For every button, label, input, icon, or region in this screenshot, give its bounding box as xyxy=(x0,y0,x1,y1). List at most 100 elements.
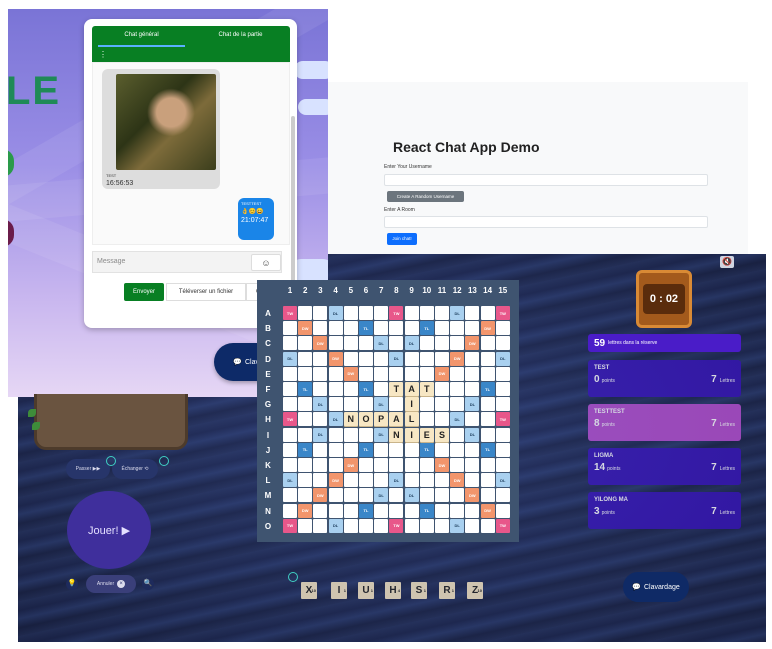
premium-cell-dl[interactable]: DL xyxy=(495,473,510,488)
board-cell[interactable] xyxy=(465,306,480,320)
board-cell[interactable] xyxy=(435,321,449,336)
board-cell[interactable] xyxy=(404,306,419,320)
board-cell[interactable] xyxy=(495,503,510,518)
board-cell[interactable] xyxy=(283,427,297,442)
board-cell[interactable] xyxy=(283,458,297,472)
premium-cell-dw[interactable]: DW xyxy=(465,488,480,503)
board-cell[interactable] xyxy=(328,382,343,396)
board-cell[interactable] xyxy=(419,488,434,503)
premium-cell-dl[interactable]: DL xyxy=(450,412,465,427)
board-cell[interactable] xyxy=(359,427,373,442)
premium-cell-dl[interactable]: DL xyxy=(495,351,510,366)
board-cell[interactable] xyxy=(343,306,358,320)
board-cell[interactable] xyxy=(374,382,389,396)
board-cell[interactable] xyxy=(419,473,434,488)
board-cell[interactable] xyxy=(450,458,465,472)
board-cell[interactable] xyxy=(495,336,510,351)
board-cell[interactable] xyxy=(359,473,373,488)
premium-cell-tl[interactable]: TL xyxy=(419,503,434,518)
menu-icon[interactable]: ⋮ xyxy=(92,50,290,62)
board-tile[interactable]: S xyxy=(435,427,449,442)
board-cell[interactable] xyxy=(328,321,343,336)
upload-file-button[interactable]: Téléverser un fichier xyxy=(166,283,246,301)
board-cell[interactable] xyxy=(435,351,449,366)
premium-cell-dw[interactable]: DW xyxy=(435,366,449,381)
board-cell[interactable] xyxy=(328,442,343,457)
board-cell[interactable] xyxy=(495,427,510,442)
premium-cell-dw[interactable]: DW xyxy=(450,473,465,488)
board-cell[interactable] xyxy=(283,442,297,457)
chat-toggle-button[interactable]: 💬Clavardage xyxy=(623,572,689,602)
board-cell[interactable] xyxy=(374,503,389,518)
rack-tile[interactable]: Z 10 xyxy=(467,582,483,599)
board-cell[interactable] xyxy=(480,518,495,533)
premium-cell-tw[interactable]: TW xyxy=(283,518,297,533)
premium-cell-tw[interactable]: TW xyxy=(389,306,404,320)
premium-cell-dl[interactable]: DL xyxy=(374,488,389,503)
premium-cell-dw[interactable]: DW xyxy=(328,473,343,488)
board-cell[interactable] xyxy=(359,351,373,366)
premium-cell-dw[interactable]: DW xyxy=(328,351,343,366)
board-cell[interactable] xyxy=(343,336,358,351)
board-cell[interactable] xyxy=(495,488,510,503)
board-cell[interactable] xyxy=(359,306,373,320)
board-cell[interactable] xyxy=(298,488,313,503)
board-cell[interactable] xyxy=(359,336,373,351)
premium-cell-dw[interactable]: DW xyxy=(343,366,358,381)
board-cell[interactable] xyxy=(419,351,434,366)
board-cell[interactable] xyxy=(298,336,313,351)
board-cell[interactable] xyxy=(450,366,465,381)
board-cell[interactable] xyxy=(495,397,510,412)
rack-tile[interactable]: S1 xyxy=(411,582,427,599)
board-cell[interactable] xyxy=(495,458,510,472)
board-cell[interactable] xyxy=(389,458,404,472)
board-cell[interactable] xyxy=(404,503,419,518)
board-cell[interactable] xyxy=(404,321,419,336)
premium-cell-dl[interactable]: DL xyxy=(374,336,389,351)
lightbulb-icon[interactable]: 💡 xyxy=(66,578,78,590)
board-cell[interactable] xyxy=(343,518,358,533)
board-cell[interactable] xyxy=(450,336,465,351)
play-button[interactable]: Jouer! ▶ xyxy=(67,491,151,569)
board-cell[interactable] xyxy=(495,321,510,336)
board-cell[interactable] xyxy=(328,503,343,518)
board-cell[interactable] xyxy=(435,397,449,412)
premium-cell-dw[interactable]: DW xyxy=(298,321,313,336)
rack-tile[interactable]: R1 xyxy=(439,582,455,599)
board-cell[interactable] xyxy=(480,306,495,320)
board-cell[interactable] xyxy=(298,473,313,488)
scrollbar[interactable] xyxy=(291,116,295,286)
board-cell[interactable] xyxy=(298,458,313,472)
board-cell[interactable] xyxy=(328,366,343,381)
cancel-button[interactable]: Annuler × xyxy=(86,575,136,593)
send-button[interactable]: Envoyer xyxy=(124,283,164,301)
board-cell[interactable] xyxy=(450,397,465,412)
tab-general-chat[interactable]: Chat général xyxy=(92,26,191,50)
board-cell[interactable] xyxy=(435,442,449,457)
board-cell[interactable] xyxy=(495,442,510,457)
board-cell[interactable] xyxy=(283,382,297,396)
board-cell[interactable] xyxy=(359,518,373,533)
board-cell[interactable] xyxy=(480,473,495,488)
board-cell[interactable] xyxy=(389,397,404,412)
board-cell[interactable] xyxy=(298,412,313,427)
board-tile[interactable]: I xyxy=(404,427,419,442)
board-cell[interactable] xyxy=(404,442,419,457)
board-cell[interactable] xyxy=(313,458,328,472)
board-cell[interactable] xyxy=(404,473,419,488)
board-cell[interactable] xyxy=(419,306,434,320)
board-cell[interactable] xyxy=(435,306,449,320)
board-cell[interactable] xyxy=(480,412,495,427)
board-cell[interactable] xyxy=(450,427,465,442)
premium-cell-tw[interactable]: TW xyxy=(283,412,297,427)
board-cell[interactable] xyxy=(328,336,343,351)
board-cell[interactable] xyxy=(465,442,480,457)
board-cell[interactable] xyxy=(374,321,389,336)
board-cell[interactable] xyxy=(450,503,465,518)
board-cell[interactable] xyxy=(343,427,358,442)
board-cell[interactable] xyxy=(435,518,449,533)
board-cell[interactable] xyxy=(313,442,328,457)
board-cell[interactable] xyxy=(328,458,343,472)
board-cell[interactable] xyxy=(343,503,358,518)
board-cell[interactable] xyxy=(374,366,389,381)
